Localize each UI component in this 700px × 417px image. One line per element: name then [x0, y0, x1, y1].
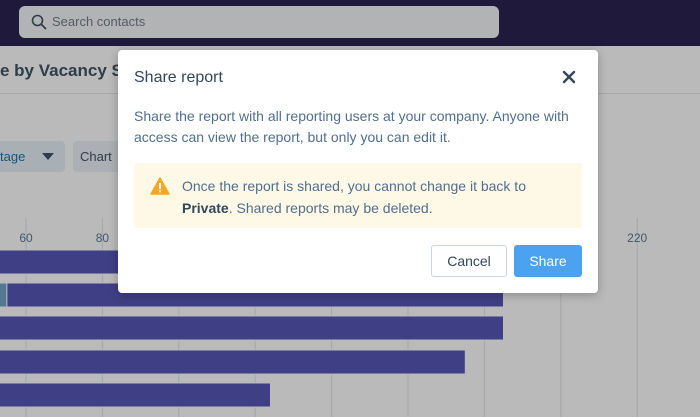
close-icon[interactable] [561, 69, 577, 85]
dialog-title: Share report [134, 69, 223, 86]
warning-icon [150, 177, 170, 195]
share-button[interactable]: Share [514, 245, 582, 277]
alert-text-end: . Shared reports may be deleted. [228, 200, 433, 216]
warning-alert: Once the report is shared, you cannot ch… [134, 163, 582, 228]
alert-message: Once the report is shared, you cannot ch… [182, 175, 572, 219]
cancel-button[interactable]: Cancel [431, 245, 507, 277]
alert-text-private: Private [182, 200, 229, 216]
alert-text-start: Once the report is shared, you cannot ch… [182, 178, 526, 194]
dialog-description: Share the report with all reporting user… [134, 108, 569, 145]
share-report-dialog: Share report Share the report with all r… [118, 50, 598, 293]
